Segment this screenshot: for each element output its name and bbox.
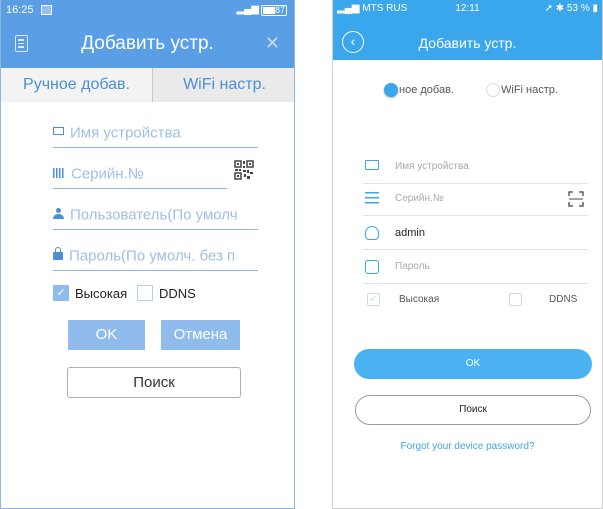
monitor-icon [53,127,64,136]
ddns-checkbox[interactable] [137,285,153,301]
password-placeholder: Пароль [395,261,430,272]
barcode-icon [53,168,65,179]
high-quality-label: Высокая [75,286,128,301]
status-bar: ▂▄▆ MTS RUS 12:11 ➚ ✱ 53 % ▮ [333,0,602,18]
ddns-checkbox[interactable] [509,293,522,306]
scan-icon[interactable] [568,191,584,207]
tab-wifi-settings[interactable]: WiFi настр. [153,68,294,102]
image-notification-icon [41,5,52,15]
page-title: Добавить устр. [418,35,517,51]
nav-bar: Добавить устр. ✕ [1,22,294,68]
ok-button[interactable]: OK [68,320,145,350]
ddns-label: DDNS [549,294,578,305]
close-icon[interactable]: ✕ [265,33,280,54]
user-field[interactable]: Пользователь(По умолч [53,206,258,230]
radio-selected-icon [384,83,398,97]
password-field[interactable]: Пароль [363,252,588,284]
lock-icon [53,247,63,261]
user-icon [53,207,64,219]
radio-manual-label: ное добав. [399,84,454,96]
signal-icon: ▂▄▆ [236,4,259,15]
device-name-field[interactable]: Имя устройства [363,152,588,184]
device-name-field[interactable]: Имя устройства [53,124,258,148]
serial-placeholder: Серийн.№ [395,193,444,204]
battery-level: 53 % [566,3,590,14]
forgot-password-link[interactable]: Forgot your device password? [333,441,602,452]
android-screen: 16:25 ▂▄▆ 87 Добавить устр. ✕ Ручное доб… [0,0,295,509]
user-value: admin [395,227,425,239]
radio-wifi-label: WiFi настр. [501,84,558,96]
user-placeholder: Пользователь(По умолч [70,206,238,224]
user-field[interactable]: admin [363,218,588,250]
search-button[interactable]: Поиск [355,395,591,425]
qr-code-icon[interactable] [234,160,254,180]
tab-manual-add[interactable]: Ручное добав. [1,68,153,102]
nav-bar: ▂▄▆ MTS RUS 12:11 ➚ ✱ 53 % ▮ ‹ Добавить … [333,0,602,60]
status-time: 16:25 [6,4,34,16]
device-name-placeholder: Имя устройства [70,124,181,142]
battery-icon: 87 [261,5,287,16]
battery-indicator: ➚ ✱ 53 % ▮ [544,3,598,14]
high-quality-checkbox[interactable]: ✓ [367,293,380,306]
serial-placeholder: Серийн.№ [71,165,144,183]
ddns-label: DDNS [159,286,196,301]
page-title: Добавить устр. [81,33,214,54]
high-quality-label: Высокая [399,294,440,305]
serial-field[interactable]: Серийн.№ [53,165,227,189]
user-icon [365,226,379,240]
ok-button[interactable]: OK [354,349,592,379]
password-placeholder: Пароль(По умолч. без п [69,247,236,265]
form-area: Имя устройства Серийн.№ Пользователь(По … [1,102,294,508]
battery-level: 87 [274,5,285,15]
status-bar: 16:25 ▂▄▆ 87 [1,0,294,22]
monitor-icon [365,160,379,170]
high-quality-checkbox[interactable]: ✓ [53,285,69,301]
lock-icon [365,260,379,274]
password-field[interactable]: Пароль(По умолч. без п [53,247,258,271]
ios-screen: ▂▄▆ MTS RUS 12:11 ➚ ✱ 53 % ▮ ‹ Добавить … [332,0,603,509]
list-icon [365,192,379,206]
device-name-placeholder: Имя устройства [395,161,469,172]
cancel-button[interactable]: Отмена [161,320,240,350]
search-button[interactable]: Поиск [67,367,241,398]
radio-unselected-icon [486,83,500,97]
tab-bar: Ручное добав. WiFi настр. [1,68,294,102]
serial-field[interactable]: Серийн.№ [363,184,588,216]
